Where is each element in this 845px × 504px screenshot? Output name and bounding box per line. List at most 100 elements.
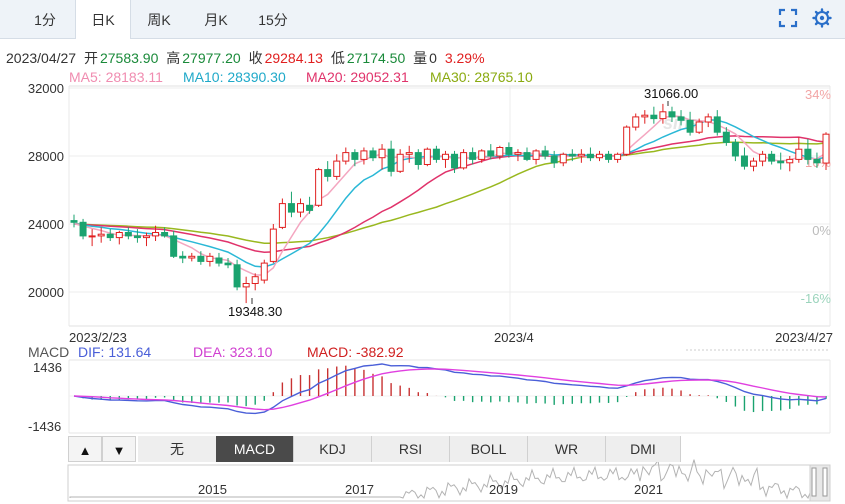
candle-body bbox=[414, 152, 422, 166]
candle-body bbox=[315, 169, 323, 206]
navigator-year-label: 2015 bbox=[198, 482, 227, 497]
watermark: sina bbox=[663, 113, 699, 133]
max-price-label: 31066.00 bbox=[644, 86, 698, 101]
candle-body bbox=[441, 153, 449, 160]
ma30-legend: MA30: 28765.10 bbox=[430, 69, 533, 85]
navigator-right-handle bbox=[822, 467, 828, 497]
scroll-down-button[interactable]: ▼ bbox=[102, 436, 136, 462]
ma5-line bbox=[73, 115, 827, 276]
period-tab-bar: 1分 日K 周K 月K 15分 bbox=[0, 0, 845, 39]
indicator-tab-dmi[interactable]: DMI bbox=[606, 436, 681, 462]
indicator-tab-macd[interactable]: MACD bbox=[216, 436, 294, 462]
candle-body bbox=[79, 221, 87, 237]
ma5-legend: MA5: 28183.11 bbox=[69, 69, 163, 85]
candle-body bbox=[351, 152, 359, 160]
tab-monthly-k[interactable]: 月K bbox=[190, 0, 242, 38]
indicator-tab-rsi[interactable]: RSI bbox=[372, 436, 450, 462]
navigator-box bbox=[67, 464, 831, 502]
candle-body bbox=[804, 148, 812, 160]
candle-body bbox=[559, 153, 567, 164]
ma10-line bbox=[73, 119, 827, 268]
navigator-year-label: 2019 bbox=[489, 482, 518, 497]
macd-title: MACD bbox=[28, 344, 70, 360]
candle-body bbox=[478, 150, 486, 160]
candle-body bbox=[577, 153, 585, 157]
candle-body bbox=[197, 255, 205, 262]
candle-body bbox=[650, 114, 658, 120]
percent-tick-label: 16% bbox=[805, 155, 831, 170]
candle-body bbox=[686, 119, 694, 133]
candle-body bbox=[97, 233, 105, 237]
candle-body bbox=[306, 204, 314, 211]
navigator-selection-window bbox=[809, 464, 831, 502]
y-tick-label: 24000 bbox=[28, 217, 64, 232]
quote-date: 2023/04/27 bbox=[6, 50, 77, 66]
percent-tick-label: -16% bbox=[801, 291, 832, 306]
fullscreen-icon[interactable] bbox=[778, 8, 798, 28]
high-value: 27977.20 bbox=[182, 50, 241, 66]
candle-body bbox=[342, 152, 350, 162]
candle-body bbox=[251, 276, 259, 285]
candle-body bbox=[88, 235, 96, 238]
candle-body bbox=[713, 116, 721, 133]
candle-body bbox=[786, 158, 794, 164]
dea-legend: DEA: 323.10 bbox=[193, 344, 273, 360]
scroll-up-button[interactable]: ▲ bbox=[68, 436, 102, 462]
min-price-label: 19348.30 bbox=[228, 304, 282, 319]
close-label: 收 bbox=[248, 50, 263, 66]
dif-line bbox=[73, 363, 827, 415]
candle-body bbox=[460, 152, 468, 169]
dea-line bbox=[73, 368, 827, 411]
candle-body bbox=[70, 220, 78, 223]
x-tick-label: 2023/2/23 bbox=[69, 330, 127, 345]
candle-body bbox=[550, 155, 558, 164]
candle-body bbox=[161, 232, 169, 237]
macd-y-tick-bottom: -1436 bbox=[28, 419, 62, 434]
candle-body bbox=[777, 160, 785, 164]
candle-body bbox=[133, 235, 141, 239]
tab-daily-k[interactable]: 日K bbox=[75, 0, 131, 39]
candle-body bbox=[324, 169, 332, 177]
candle-body bbox=[750, 160, 758, 167]
candle-body bbox=[632, 116, 640, 128]
candle-body bbox=[731, 141, 739, 157]
candle-body bbox=[813, 158, 821, 164]
candle-body bbox=[541, 150, 549, 157]
candle-body bbox=[822, 133, 830, 164]
tab-1min[interactable]: 1分 bbox=[20, 0, 70, 38]
ma20-legend: MA20: 29052.31 bbox=[306, 69, 409, 85]
candle-body bbox=[469, 152, 477, 160]
candle-body bbox=[523, 152, 531, 160]
change-percent: 3.29% bbox=[444, 50, 485, 66]
navigator-year-label: 2017 bbox=[345, 482, 374, 497]
low-value: 27174.50 bbox=[346, 50, 406, 66]
candle-body bbox=[188, 255, 196, 259]
macd-legend: MACD: -382.92 bbox=[307, 344, 404, 360]
candle-body bbox=[514, 152, 522, 155]
candle-body bbox=[224, 262, 232, 266]
candle-body bbox=[106, 233, 114, 239]
open-value: 27583.90 bbox=[99, 50, 159, 66]
quote-info-line: 2023/04/27 开 27583.90 高 27977.20 收 29284.13… bbox=[6, 48, 489, 68]
indicator-tab-wr[interactable]: WR bbox=[528, 436, 606, 462]
candle-body bbox=[142, 235, 150, 239]
indicator-tab-boll[interactable]: BOLL bbox=[450, 436, 528, 462]
tab-15min[interactable]: 15分 bbox=[248, 0, 298, 38]
ma30-line bbox=[73, 141, 827, 245]
volume-value: 0 bbox=[429, 50, 437, 66]
candle-body bbox=[115, 232, 123, 239]
candle-body bbox=[768, 153, 776, 162]
indicator-tab-kdj[interactable]: KDJ bbox=[294, 436, 372, 462]
navigator-history-line bbox=[69, 459, 826, 500]
indicator-tab-none[interactable]: 无 bbox=[138, 436, 217, 462]
candle-body bbox=[704, 116, 712, 123]
candle-body bbox=[795, 148, 803, 160]
candle-body bbox=[233, 264, 241, 288]
candle-body bbox=[269, 228, 277, 262]
gear-icon[interactable] bbox=[812, 8, 832, 28]
candle-body bbox=[568, 153, 576, 157]
ma20-line bbox=[73, 135, 827, 253]
candle-body bbox=[333, 160, 341, 177]
close-value: 29284.13 bbox=[264, 50, 323, 66]
tab-weekly-k[interactable]: 周K bbox=[133, 0, 185, 38]
